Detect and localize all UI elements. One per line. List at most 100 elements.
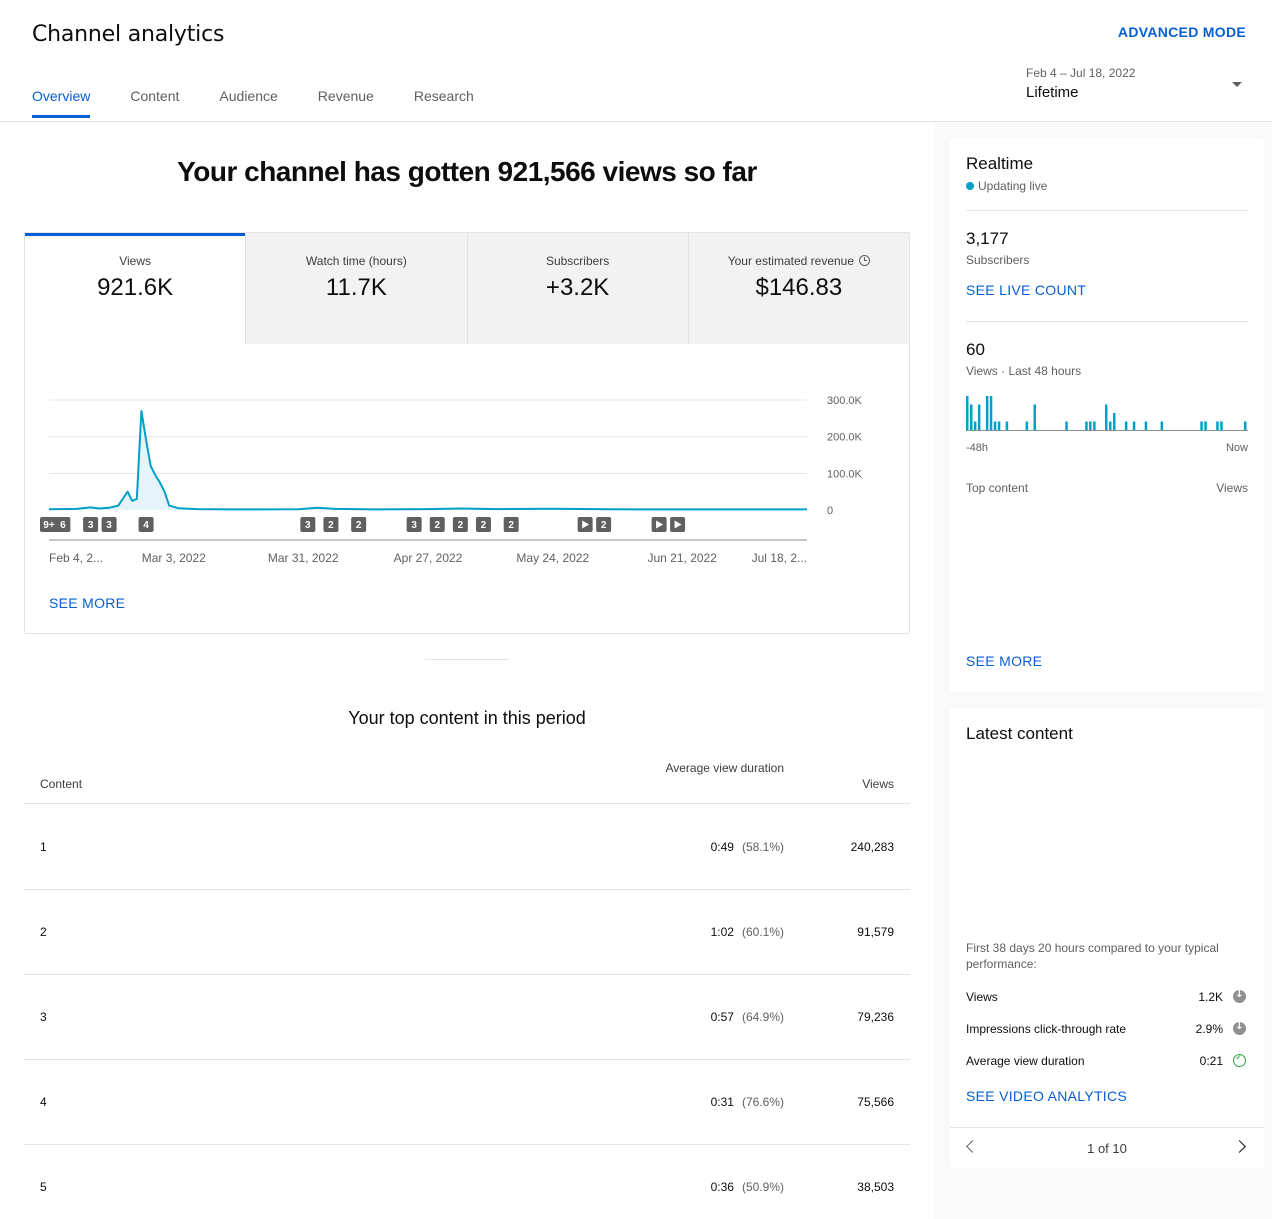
live-status-text: Updating live [978, 179, 1048, 193]
see-more-link[interactable]: SEE MORE [966, 653, 1042, 669]
realtime-bar [1204, 421, 1207, 430]
tab-content[interactable]: Content [130, 88, 179, 118]
realtime-bar [1093, 421, 1096, 430]
duration-value: 0:49 [710, 840, 734, 854]
realtime-bar [1109, 421, 1112, 430]
event-marker-label: 2 [601, 520, 607, 531]
event-marker-label: 2 [481, 520, 487, 531]
views-line-chart: 300.0K 200.0K 100.0K 0 9+ 6 3 3 4 3 2 2 3 2 2 2 2 2 Feb 4,… [40, 395, 863, 565]
metric-tabs: Views 921.6K Watch time (hours) 11.7K Su… [25, 233, 909, 344]
x-tick-label: Mar 31, 2022 [268, 551, 339, 565]
x-tick-label: Mar 3, 2022 [142, 551, 206, 565]
table-row[interactable]: 4 0:31 (76.6%) 75,566 [24, 1060, 910, 1145]
table-row[interactable]: 2 1:02 (60.1%) 91,579 [24, 890, 910, 975]
realtime-subscribers-label: Subscribers [966, 253, 1030, 267]
stat-value: 2.9% [1195, 1022, 1223, 1036]
row-views: 240,283 [850, 840, 894, 854]
realtime-bar [1132, 421, 1136, 430]
realtime-bar [1033, 404, 1036, 430]
row-rank: 4 [40, 1095, 47, 1109]
metric-value: $146.83 [755, 274, 843, 301]
x-tick-label: Apr 27, 2022 [394, 551, 463, 565]
duration-percent: (64.9%) [741, 1010, 784, 1024]
views-headline: Your channel has gotten 921,566 views so… [177, 156, 757, 187]
event-marker-label: 4 [143, 520, 149, 531]
latest-content-card: Latest content First 38 days 20 hours co… [950, 708, 1264, 1168]
column-header-views: Views [862, 777, 894, 791]
row-rank: 3 [40, 1010, 47, 1024]
realtime-bar [993, 421, 997, 430]
row-views: 79,236 [857, 1010, 894, 1024]
advanced-mode-button[interactable]: ADVANCED MODE [1118, 24, 1246, 40]
top-content-title: Your top content in this period [348, 708, 586, 728]
top-content-views-label: Views [1216, 481, 1248, 495]
row-views: 75,566 [857, 1095, 894, 1109]
stat-row: Impressions click-through rate 2.9% [966, 1020, 1248, 1038]
y-tick-label: 0 [827, 505, 833, 517]
metric-tab-subscribers[interactable]: Subscribers +3.2K [466, 233, 688, 344]
realtime-bar [973, 421, 977, 430]
metric-name-with-icon: Your estimated revenue [689, 254, 909, 268]
metric-tab-revenue[interactable]: Your estimated revenue $146.83 [687, 233, 909, 344]
metric-tab-views[interactable]: Views 921.6K [25, 233, 246, 344]
event-marker-label: 2 [328, 520, 334, 531]
tab-research[interactable]: Research [414, 88, 474, 118]
metric-value: 921.6K [97, 274, 174, 301]
see-live-count-link[interactable]: SEE LIVE COUNT [966, 282, 1086, 298]
row-duration: 0:36 (50.9%) [711, 1180, 784, 1194]
realtime-bar [1160, 421, 1164, 430]
section-divider [425, 659, 509, 660]
realtime-axis-end: Now [1225, 442, 1248, 454]
latest-content-title: Latest content [966, 724, 1073, 743]
y-tick-label: 200.0K [827, 432, 863, 444]
event-marker-label: 6 [60, 520, 66, 531]
row-views: 91,579 [857, 925, 894, 939]
event-marker-label: 3 [88, 520, 94, 531]
table-row[interactable]: 3 0:57 (64.9%) 79,236 [24, 975, 910, 1060]
see-video-analytics-link[interactable]: SEE VIDEO ANALYTICS [966, 1088, 1127, 1104]
tab-audience[interactable]: Audience [219, 88, 277, 118]
metric-value: 11.7K [325, 274, 387, 301]
realtime-bar [977, 404, 981, 430]
metric-tab-watch-time[interactable]: Watch time (hours) 11.7K [245, 233, 467, 344]
x-tick-label: Feb 4, 2... [49, 551, 103, 565]
realtime-bar [1216, 421, 1219, 430]
row-duration: 0:49 (58.1%) [711, 840, 784, 854]
realtime-bar [970, 404, 973, 430]
event-marker-label: 9+ [43, 520, 55, 531]
date-range-label: Lifetime [1026, 84, 1079, 101]
duration-value: 0:36 [710, 1180, 734, 1194]
realtime-bar [1144, 421, 1148, 430]
duration-value: 1:02 [710, 925, 734, 939]
clock-icon [859, 255, 871, 266]
metric-name: Your estimated revenue [727, 254, 855, 268]
realtime-bar [985, 396, 989, 430]
event-marker-label: 2 [356, 520, 362, 531]
event-marker-label: 2 [434, 520, 440, 531]
table-row[interactable]: 1 0:49 (58.1%) 240,283 [24, 805, 910, 890]
date-range-picker[interactable]: Feb 4 – Jul 18, 2022 Lifetime [1026, 66, 1248, 101]
see-more-link[interactable]: SEE MORE [49, 595, 125, 611]
realtime-views-value: 60 [966, 340, 985, 359]
row-views: 38,503 [857, 1180, 894, 1194]
realtime-bar [1124, 421, 1128, 430]
realtime-bar [997, 421, 1001, 430]
stat-label: Average view duration [966, 1054, 1085, 1068]
event-marker-label: 2 [458, 520, 464, 531]
comparison-note: First 38 days 20 hours compared to your … [966, 941, 1219, 971]
arrow-down-icon [1233, 1021, 1246, 1035]
event-marker-label: 3 [411, 520, 417, 531]
realtime-bar [1244, 421, 1247, 430]
row-rank: 1 [40, 840, 47, 854]
tab-revenue[interactable]: Revenue [318, 88, 374, 118]
column-header-avg-duration: Average view duration [665, 761, 784, 775]
table-row[interactable]: 5 0:36 (50.9%) 38,503 [24, 1145, 910, 1219]
tab-overview[interactable]: Overview [32, 88, 91, 118]
date-range-text: Feb 4 – Jul 18, 2022 [1026, 66, 1136, 80]
realtime-bar [1105, 404, 1108, 430]
stat-row: Views 1.2K [966, 988, 1248, 1006]
realtime-axis-start: -48h [966, 442, 989, 454]
duration-value: 0:31 [710, 1095, 734, 1109]
column-header-content: Content [40, 777, 83, 791]
live-status: Updating live [966, 179, 1047, 193]
